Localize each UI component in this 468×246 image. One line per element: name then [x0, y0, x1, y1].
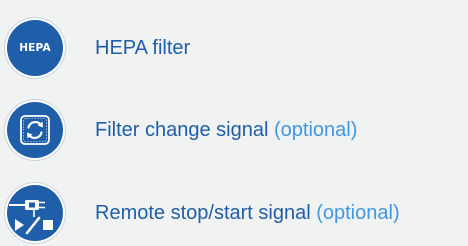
feature-label-text: Filter change signal [95, 118, 269, 141]
filter-change-refresh-icon [7, 102, 63, 158]
feature-hepa-filter: HEPA HEPA filter [7, 20, 190, 76]
hepa-badge-text: HEPA [19, 42, 51, 54]
feature-label-text: Remote stop/start signal [95, 201, 311, 224]
optional-note: (optional) [316, 201, 400, 224]
feature-label: HEPA filter [95, 37, 190, 60]
feature-filter-change-signal: Filter change signal (optional) [7, 102, 357, 158]
feature-label: Filter change signal (optional) [95, 119, 357, 142]
remote-stop-start-icon [7, 185, 63, 241]
feature-label: Remote stop/start signal (optional) [95, 202, 400, 225]
feature-list: HEPA HEPA filter Filter change signal (o… [0, 0, 468, 246]
hepa-badge-icon: HEPA [7, 20, 63, 76]
feature-remote-stop-start-signal: Remote stop/start signal (optional) [7, 185, 400, 241]
plug-switch-icon [9, 200, 53, 235]
optional-note: (optional) [274, 118, 358, 141]
refresh-arrows-icon [20, 115, 50, 145]
feature-label-text: HEPA filter [95, 36, 191, 59]
